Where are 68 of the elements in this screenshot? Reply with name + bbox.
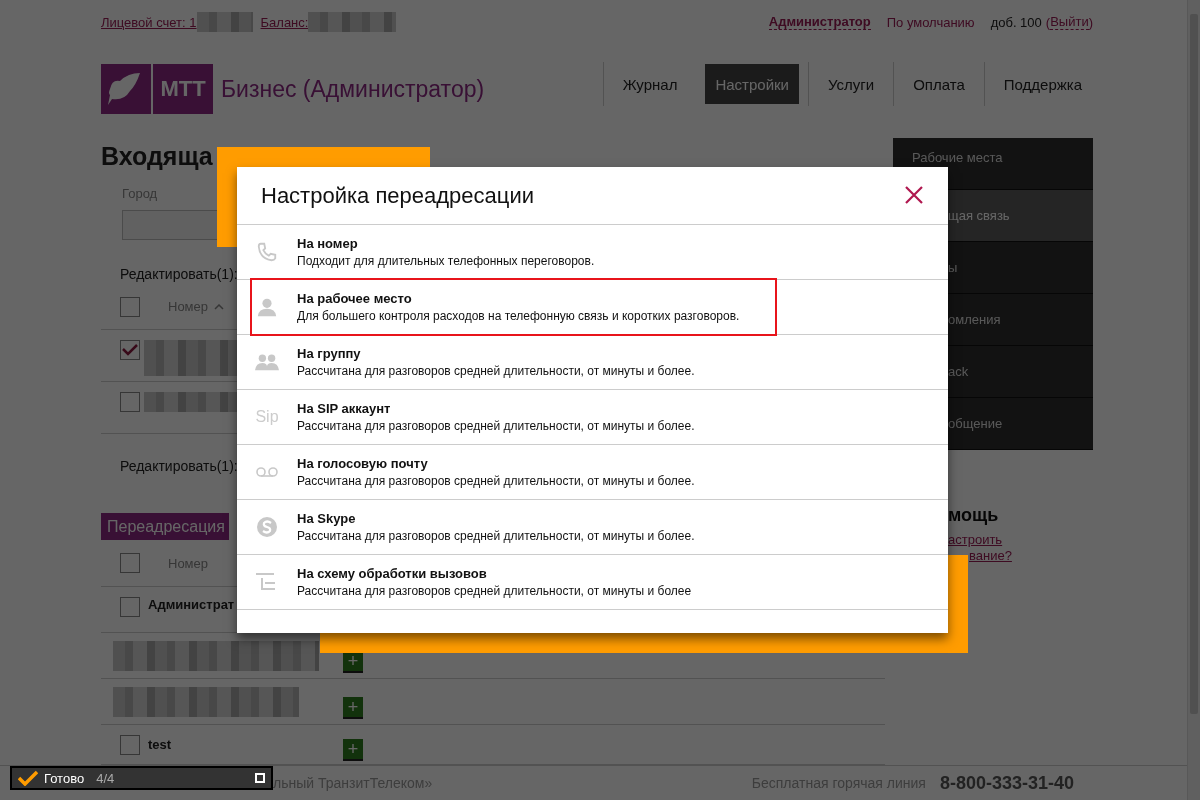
option-description: Для большего контроля расходов на телефонную связь и коротких разговоров. bbox=[297, 309, 740, 323]
modal-title: Настройка переадресации bbox=[261, 182, 534, 209]
help-title: мощь bbox=[948, 505, 1000, 526]
option-item[interactable]: На рабочее место Для большего контроля расходов на телефонную связь и коротких разговоров. bbox=[237, 280, 948, 335]
option-item[interactable]: На схему обработки вызовов Рассчитана для разговоров средней длительности, от минуты и более bbox=[237, 555, 948, 610]
widget-label: Готово bbox=[44, 770, 85, 786]
option-description: Рассчитана для разговоров средней длительности, от минуты и более bbox=[297, 584, 692, 598]
nav-tab[interactable]: Поддержка bbox=[993, 64, 1092, 104]
help-link[interactable]: вание? bbox=[969, 548, 1012, 563]
user-link[interactable]: Администратор bbox=[768, 14, 871, 30]
option-item[interactable]: На группу Рассчитана для разговоров средней длительности, от минуты и более. bbox=[237, 335, 948, 390]
profile-link[interactable]: По умолчанию bbox=[886, 14, 975, 30]
logout-link[interactable]: Выйти bbox=[1050, 14, 1089, 30]
edit-label: Редактировать(1): bbox=[120, 266, 238, 284]
nav-tab[interactable]: Оплата bbox=[903, 64, 975, 104]
checkbox[interactable] bbox=[120, 296, 140, 317]
account-link[interactable]: Лицевой счет: 1 bbox=[101, 14, 197, 30]
add-button[interactable]: + bbox=[343, 651, 363, 671]
logo-title: Бизнес (Администратор) bbox=[221, 75, 485, 104]
widget-count: 4/4 bbox=[96, 770, 115, 786]
option-item[interactable]: На номер Подходит для длительных телефонных переговоров. bbox=[237, 225, 948, 280]
group-icon bbox=[255, 352, 279, 372]
option-description: Рассчитана для разговоров средней длительности, от минуты и более. bbox=[297, 529, 695, 543]
maximize-button[interactable] bbox=[255, 773, 265, 783]
hotline-number: 8-800-333-31-40 bbox=[939, 772, 1074, 794]
voicemail-icon bbox=[256, 466, 278, 478]
option-title: На голосовую почту bbox=[297, 456, 429, 471]
sort-caret-icon bbox=[214, 303, 224, 310]
option-description: Рассчитана для разговоров средней длительности, от минуты и более. bbox=[297, 474, 695, 488]
scheme-icon bbox=[256, 573, 278, 591]
option-title: На рабочее место bbox=[297, 291, 413, 306]
paren-close: ) bbox=[1088, 14, 1093, 30]
nav-tab[interactable]: Настройки bbox=[705, 64, 799, 104]
extension-label: доб. 100 bbox=[990, 14, 1042, 30]
option-item[interactable]: На Skype Рассчитана для разговоров средней длительности, от минуты и более. bbox=[237, 500, 948, 555]
skype-icon bbox=[256, 516, 278, 538]
nav-tab[interactable]: Услуги bbox=[818, 64, 885, 104]
bird-logo-icon bbox=[101, 64, 151, 114]
redacted-block bbox=[196, 12, 253, 32]
person-icon bbox=[256, 296, 278, 318]
checkbox[interactable] bbox=[120, 553, 140, 573]
page-title: Входяща bbox=[101, 141, 213, 172]
checkbox[interactable] bbox=[120, 734, 140, 755]
option-title: На SIP аккаунт bbox=[297, 401, 392, 416]
option-title: На схему обработки вызовов bbox=[297, 566, 488, 581]
option-description: Рассчитана для разговоров средней длительности, от минуты и более. bbox=[297, 364, 695, 378]
checkbox[interactable] bbox=[120, 392, 140, 412]
checkbox[interactable] bbox=[120, 340, 140, 360]
paren-open: ( bbox=[1045, 14, 1051, 30]
row-name: test bbox=[148, 737, 172, 752]
edit-label: Редактировать(1): bbox=[120, 458, 238, 476]
option-title: На номер bbox=[297, 236, 359, 251]
phone-icon bbox=[256, 241, 278, 263]
checkbox[interactable] bbox=[120, 597, 140, 617]
row-name: Администрат bbox=[148, 597, 235, 612]
balance-link[interactable]: Баланс: bbox=[260, 14, 309, 30]
option-title: На группу bbox=[297, 346, 362, 361]
option-description: Рассчитана для разговоров средней длительности, от минуты и более. bbox=[297, 419, 695, 433]
option-description: Подходит для длительных телефонных переговоров. bbox=[297, 254, 595, 268]
check-icon bbox=[18, 770, 38, 786]
nav-tab[interactable]: Журнал bbox=[612, 64, 688, 104]
add-button[interactable]: + bbox=[343, 697, 363, 717]
logo-mark: МТТ bbox=[153, 64, 213, 114]
option-title: На Skype bbox=[297, 511, 357, 526]
section-header: Переадресация bbox=[101, 513, 229, 540]
option-item[interactable]: На голосовую почту Рассчитана для разговоров средней длительности, от минуты и более. bbox=[237, 445, 948, 500]
help-link[interactable]: астроить bbox=[948, 532, 1003, 547]
add-button[interactable]: + bbox=[343, 739, 363, 759]
